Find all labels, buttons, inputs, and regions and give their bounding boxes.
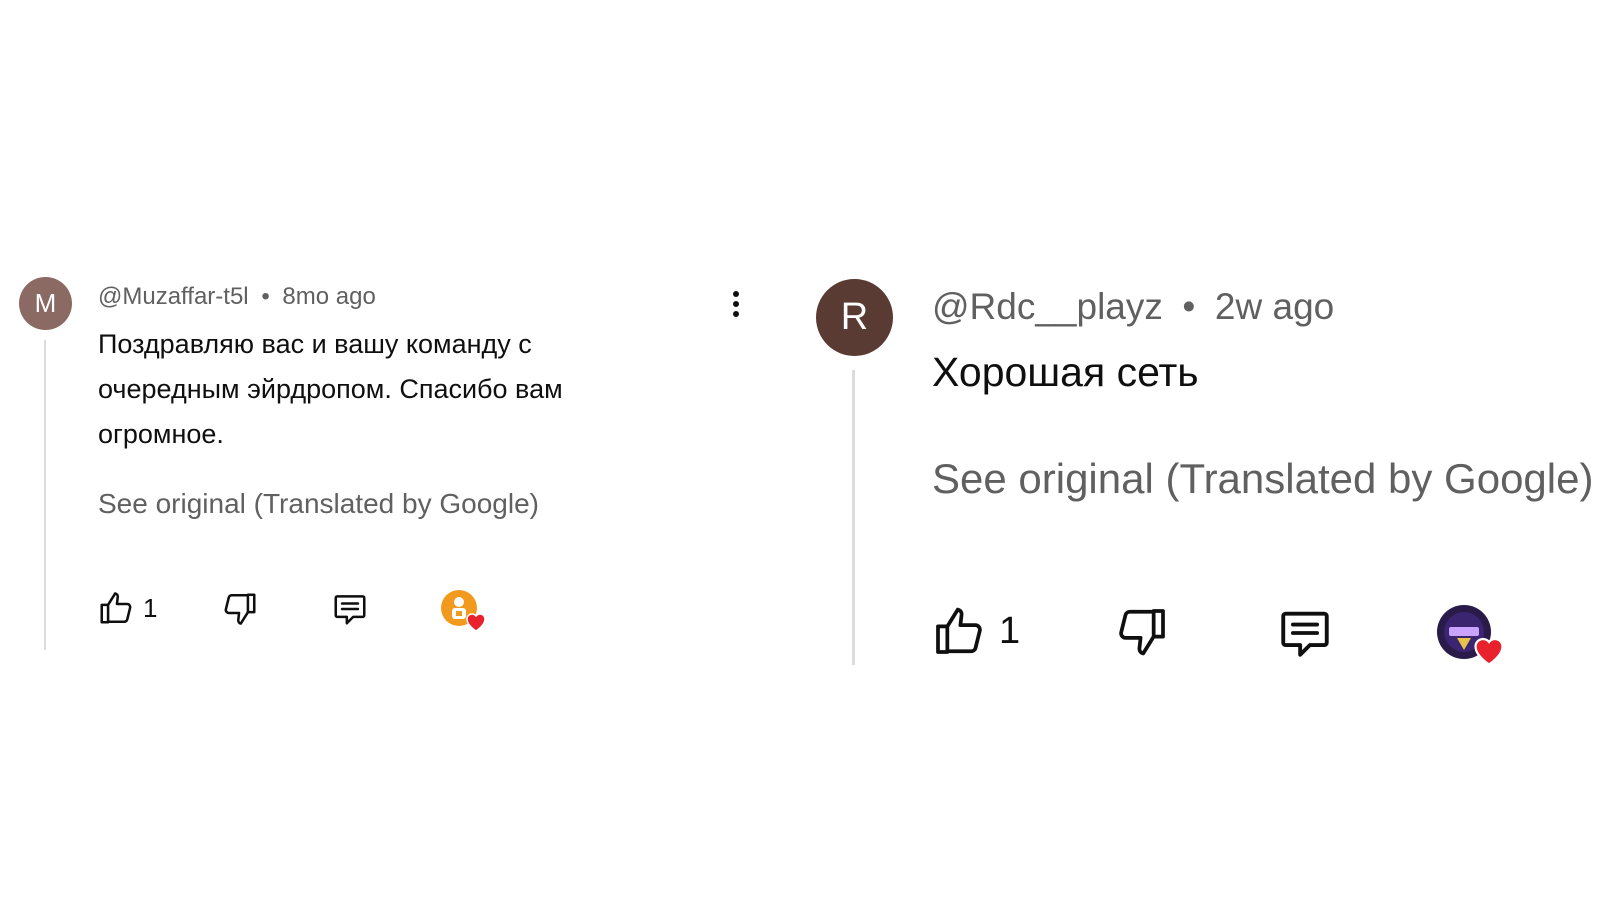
comment-text: Поздравляю вас и вашу команду с очередны… <box>98 329 563 449</box>
heart-icon <box>1474 637 1504 666</box>
thread-line <box>852 370 855 665</box>
creator-heart-avatar-icon <box>441 590 489 634</box>
reply-button[interactable] <box>331 590 369 628</box>
meta-separator: • <box>1182 286 1196 327</box>
more-options-icon[interactable] <box>733 289 739 319</box>
reply-button[interactable] <box>1276 604 1334 662</box>
see-original-link[interactable]: See original (Translated by Google) <box>932 455 1593 503</box>
dislike-button[interactable] <box>221 590 259 628</box>
comment-reply-icon <box>334 595 366 625</box>
like-button[interactable]: 1 <box>931 603 1020 659</box>
thumbs-up-icon <box>100 592 132 624</box>
dislike-button[interactable] <box>1114 604 1170 660</box>
avatar-letter: M <box>34 288 57 318</box>
thumbs-down-icon <box>224 593 256 625</box>
meta-separator: • <box>261 283 270 310</box>
author-name[interactable]: @Muzaffar-t5l <box>98 283 249 310</box>
comment-meta: @Muzaffar-t5l • 8mo ago <box>98 283 376 311</box>
comment-reply-icon <box>1281 611 1329 657</box>
avatar[interactable]: M <box>19 277 72 330</box>
comment-card-right: R @Rdc__playz • 2w ago Хорошая сеть See … <box>800 0 1600 900</box>
comment-time[interactable]: 8mo ago <box>282 283 375 310</box>
comment-time[interactable]: 2w ago <box>1215 286 1334 327</box>
comment-meta: @Rdc__playz • 2w ago <box>932 286 1334 328</box>
creator-heart-avatar-icon <box>1437 605 1509 669</box>
comment-text: Хорошая сеть <box>932 349 1199 395</box>
author-name[interactable]: @Rdc__playz <box>932 286 1163 327</box>
like-count: 1 <box>143 592 158 623</box>
like-button[interactable]: 1 <box>97 589 157 627</box>
avatar-letter: R <box>840 296 869 338</box>
see-original-link[interactable]: See original (Translated by Google) <box>98 488 539 520</box>
avatar[interactable]: R <box>816 279 893 356</box>
heart-icon <box>466 613 486 632</box>
thread-line <box>44 340 46 650</box>
comment-card-left: M @Muzaffar-t5l • 8mo ago Поздравляю вас… <box>0 0 800 900</box>
thumbs-down-icon <box>1119 609 1165 656</box>
thumbs-up-icon <box>936 607 982 654</box>
like-count: 1 <box>999 609 1021 652</box>
